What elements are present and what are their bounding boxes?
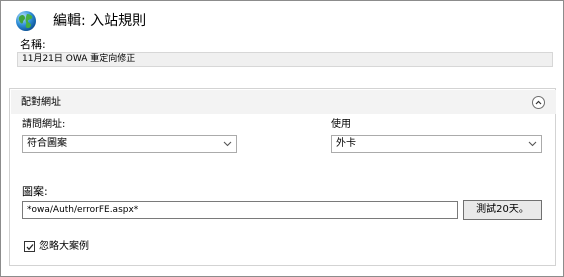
using-value: 外卡 [336, 138, 356, 149]
test-pattern-button[interactable]: 測試20天。 [463, 200, 542, 220]
checkmark-icon [26, 244, 34, 251]
ignore-case-label: 忽略大案例 [39, 241, 89, 252]
pattern-label: 圖案: [22, 185, 48, 198]
using-label: 使用 [331, 119, 351, 130]
requested-url-value: 符合圖案 [27, 138, 67, 149]
name-field[interactable]: 11月21日 OWA 重定向修正 [17, 52, 553, 67]
dropdown-arrow-icon [528, 141, 537, 147]
requested-url-label: 請問網址: [22, 119, 66, 130]
pattern-input[interactable]: *owa/Auth/errorFE.aspx* [22, 201, 458, 219]
ignore-case-checkbox[interactable] [24, 241, 35, 252]
requested-url-select[interactable]: 符合圖案 [22, 135, 237, 153]
match-url-header[interactable]: 配對網址 [11, 90, 556, 114]
using-select[interactable]: 外卡 [331, 135, 542, 153]
chevron-up-icon [535, 100, 542, 105]
name-label: 名稱: [20, 38, 46, 51]
dialog-title: 編輯: 入站規則 [53, 13, 147, 29]
dialog-frame: 編輯: 入站規則 名稱: 11月21日 OWA 重定向修正 配對網址 請問網址:… [0, 0, 564, 277]
match-url-title: 配對網址 [21, 97, 61, 108]
collapse-button[interactable] [532, 96, 545, 109]
dropdown-arrow-icon [223, 141, 232, 147]
match-url-group: 配對網址 [9, 88, 556, 266]
globe-icon [16, 11, 36, 31]
